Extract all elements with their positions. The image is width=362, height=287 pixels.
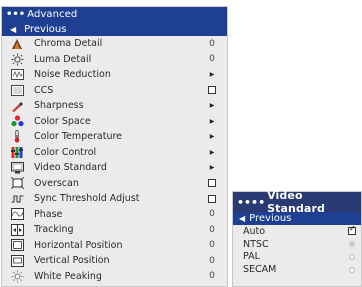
menu-item-label: CCS: [34, 84, 54, 96]
video-standard-option-secam[interactable]: SECAM: [233, 263, 361, 276]
menu-item-noise-reduction[interactable]: Noise Reduction ▶: [2, 67, 227, 83]
video-standard-menu: •••• Video Standard ◀ Previous AutoNTSCP…: [232, 189, 362, 287]
menu-item-label: Vertical Position: [34, 255, 110, 267]
color-space-icon: [10, 115, 24, 128]
submenu-arrow-icon: ▶: [209, 117, 215, 125]
menu-item-value: 0: [209, 255, 215, 266]
menu-item-value: 0: [209, 271, 215, 282]
radio-button[interactable]: [345, 266, 359, 273]
menu-item-label: Sharpness: [34, 100, 84, 112]
menu-item-label: Overscan: [34, 177, 79, 189]
sharpness-icon: [10, 99, 24, 112]
tracking-icon: [10, 223, 24, 236]
noise-reduction-icon: [10, 68, 24, 81]
menu-item-label: Color Control: [34, 146, 97, 158]
advanced-menu: ••• Advanced ◀ Previous Chroma Detail 0 Lu…: [1, 6, 228, 287]
menu-level-dots: •••: [6, 9, 26, 20]
vertical-position-icon: [10, 254, 24, 267]
menu-item-chroma-detail[interactable]: Chroma Detail 0: [2, 36, 227, 52]
option-label: Auto: [243, 225, 266, 237]
menu-item-video-standard[interactable]: Video Standard ▶: [2, 160, 227, 176]
white-peaking-icon: [10, 270, 24, 283]
menu-item-tracking[interactable]: Tracking 0: [2, 222, 227, 238]
checkbox[interactable]: [203, 179, 221, 188]
video-standard-icon: [10, 161, 24, 174]
color-temperature-icon: [10, 130, 24, 143]
menu-item-label: Noise Reduction: [34, 69, 111, 81]
menu-item-value: 0: [209, 240, 215, 251]
advanced-menu-title-bar: ••• Advanced: [2, 7, 227, 22]
video-standard-option-ntsc[interactable]: NTSC: [233, 238, 361, 251]
video-standard-title-bar: •••• Video Standard: [233, 189, 361, 215]
menu-item-luma-detail[interactable]: Luma Detail 0: [2, 52, 227, 68]
advanced-menu-title: Advanced: [27, 9, 78, 20]
radio-button[interactable]: [345, 253, 359, 260]
color-control-icon: [10, 146, 24, 159]
previous-arrow-icon: ◀: [10, 24, 17, 34]
menu-item-value: 0: [209, 38, 215, 49]
previous-button[interactable]: ◀ Previous: [2, 22, 227, 36]
menu-item-value: 0: [209, 209, 215, 220]
ccs-icon: [10, 84, 24, 97]
video-standard-option-auto[interactable]: Auto: [233, 224, 361, 238]
phase-icon: [10, 208, 24, 221]
menu-item-phase[interactable]: Phase 0: [2, 207, 227, 223]
luma-detail-icon: [10, 53, 24, 66]
option-label: PAL: [243, 251, 260, 263]
menu-item-label: Sync Threshold Adjust: [34, 193, 140, 205]
menu-item-color-control[interactable]: Color Control ▶: [2, 145, 227, 161]
submenu-arrow-icon: ▶: [209, 71, 215, 79]
menu-item-label: Tracking: [34, 224, 74, 236]
menu-item-sharpness[interactable]: Sharpness ▶: [2, 98, 227, 114]
horizontal-position-icon: [10, 239, 24, 252]
menu-item-overscan[interactable]: Overscan: [2, 176, 227, 192]
checkbox[interactable]: [203, 194, 221, 203]
menu-item-label: White Peaking: [34, 270, 102, 282]
video-standard-option-pal[interactable]: PAL: [233, 251, 361, 264]
submenu-arrow-icon: ▶: [209, 164, 215, 172]
previous-label: Previous: [24, 23, 67, 35]
menu-item-color-space[interactable]: Color Space ▶: [2, 114, 227, 130]
menu-item-label: Chroma Detail: [34, 38, 103, 50]
menu-item-white-peaking[interactable]: White Peaking 0: [2, 269, 227, 285]
submenu-arrow-icon: ▶: [209, 148, 215, 156]
menu-item-label: Horizontal Position: [34, 239, 123, 251]
menu-item-label: Phase: [34, 208, 63, 220]
menu-item-vertical-position[interactable]: Vertical Position 0: [2, 253, 227, 269]
previous-label: Previous: [249, 213, 292, 224]
checkbox-checked[interactable]: [345, 224, 359, 236]
option-label: SECAM: [243, 264, 277, 276]
submenu-arrow-icon: ▶: [209, 102, 215, 110]
overscan-icon: [10, 177, 24, 190]
video-standard-title: Video Standard: [267, 189, 325, 215]
radio-button-selected[interactable]: [345, 241, 359, 248]
checkbox[interactable]: [203, 86, 221, 95]
sync-threshold-icon: [10, 192, 24, 205]
menu-level-dots: ••••: [237, 195, 266, 209]
menu-item-value: 0: [209, 54, 215, 65]
chroma-detail-icon: [10, 37, 24, 50]
menu-item-label: Luma Detail: [34, 53, 92, 65]
submenu-arrow-icon: ▶: [209, 133, 215, 141]
menu-item-ccs[interactable]: CCS: [2, 83, 227, 99]
menu-item-value: 0: [209, 224, 215, 235]
previous-arrow-icon: ◀: [239, 214, 246, 223]
menu-item-label: Color Space: [34, 115, 91, 127]
menu-item-label: Video Standard: [34, 162, 107, 174]
menu-item-horizontal-position[interactable]: Horizontal Position 0: [2, 238, 227, 254]
menu-item-sync-threshold-adjust[interactable]: Sync Threshold Adjust: [2, 191, 227, 207]
option-label: NTSC: [243, 238, 269, 250]
menu-item-color-temperature[interactable]: Color Temperature ▶: [2, 129, 227, 145]
menu-item-label: Color Temperature: [34, 131, 123, 143]
